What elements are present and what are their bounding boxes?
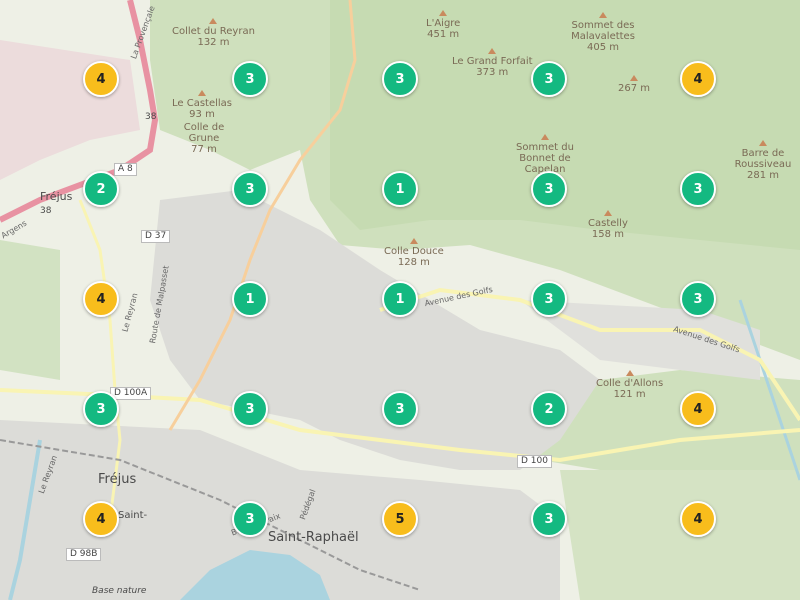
peak-label: Colle de Grune 77 m (182, 122, 226, 155)
road-ref: D 100A (110, 387, 152, 400)
peak-label: L'Aigre 451 m (426, 10, 460, 40)
peak-icon (599, 12, 607, 18)
cluster-marker[interactable]: 2 (83, 171, 119, 207)
town-label: Fréjus 38 (40, 190, 72, 216)
cluster-marker[interactable]: 3 (531, 501, 567, 537)
cluster-marker[interactable]: 4 (83, 61, 119, 97)
peak-name: Colle de Grune (183, 122, 225, 144)
forest-area (560, 470, 800, 600)
peak-name: Castelly (588, 218, 628, 229)
map-canvas[interactable]: Collet du Reyran 132 m L'Aigre 451 m Somme… (0, 0, 800, 600)
cluster-marker[interactable]: 2 (531, 391, 567, 427)
peak-icon (541, 134, 549, 140)
cluster-marker[interactable]: 3 (232, 391, 268, 427)
peak-icon (209, 18, 218, 24)
cluster-marker[interactable]: 3 (232, 501, 268, 537)
cluster-marker[interactable]: 3 (531, 61, 567, 97)
peak-name: Colle d'Allons (596, 378, 664, 389)
road-ref: A 8 (114, 163, 137, 176)
cluster-marker[interactable]: 3 (83, 391, 119, 427)
peak-label: Barre de Roussiveau 281 m (728, 140, 798, 181)
peak-name: L'Aigre (426, 18, 461, 29)
peak-icon (439, 10, 448, 16)
peak-icon (198, 90, 206, 96)
cluster-marker[interactable]: 3 (531, 171, 567, 207)
forest-area (0, 240, 60, 380)
peak-elevation: 405 m (586, 42, 619, 53)
peak-elevation: 451 m (427, 29, 460, 40)
cluster-marker[interactable]: 3 (382, 391, 418, 427)
road-ref: D 37 (141, 230, 171, 243)
peak-elevation: 281 m (746, 170, 779, 181)
town-label: Base nature (92, 586, 147, 596)
peak-icon (488, 48, 497, 54)
town-label: Saint-Raphaël (268, 530, 359, 545)
road-ref: D 100 (517, 455, 552, 468)
peak-icon (630, 75, 638, 81)
cluster-marker[interactable]: 4 (83, 281, 119, 317)
cluster-marker[interactable]: 3 (531, 281, 567, 317)
town-name: Fréjus (40, 190, 73, 203)
town-label: Fréjus (98, 472, 137, 487)
peak-elevation: 128 m (397, 257, 430, 268)
peak-elevation: 158 m (591, 229, 624, 240)
cluster-marker[interactable]: 4 (680, 391, 716, 427)
peak-label: Sommet du Bonnet de Capelan (514, 134, 576, 175)
peak-label: Le Castellas 93 m (172, 90, 232, 120)
cluster-marker[interactable]: 3 (232, 171, 268, 207)
cluster-marker[interactable]: 4 (680, 501, 716, 537)
peak-label: 267 m (618, 75, 650, 94)
peak-elevation: 132 m (197, 37, 230, 48)
town-number: 38 (40, 206, 52, 216)
cluster-marker[interactable]: 4 (680, 61, 716, 97)
peak-name: Barre de Roussiveau (734, 148, 792, 170)
cluster-marker[interactable]: 3 (680, 171, 716, 207)
peak-elevation: 373 m (476, 67, 509, 78)
peak-name: Colle Douce (384, 246, 444, 257)
cluster-marker[interactable]: 1 (232, 281, 268, 317)
cluster-marker[interactable]: 1 (382, 171, 418, 207)
cluster-marker[interactable]: 1 (382, 281, 418, 317)
peak-label: Colle d'Allons 121 m (596, 370, 663, 400)
peak-name: Sommet des Malavalettes (571, 20, 635, 42)
cluster-marker[interactable]: 3 (232, 61, 268, 97)
peak-elevation: 93 m (189, 109, 215, 120)
peak-label: Collet du Reyran 132 m (172, 18, 255, 48)
road-ref: D 98B (66, 548, 102, 561)
town-number-label: 38 (145, 112, 157, 122)
cluster-marker[interactable]: 4 (83, 501, 119, 537)
peak-name: Le Castellas (172, 98, 233, 109)
peak-elevation: 121 m (613, 389, 646, 400)
peak-elevation: 267 m (618, 83, 651, 94)
peak-name: Le Grand Forfait (452, 56, 533, 67)
peak-name: Collet du Reyran (172, 26, 255, 37)
peak-label: Le Grand Forfait 373 m (452, 48, 533, 78)
cluster-marker[interactable]: 3 (680, 281, 716, 317)
peak-icon (603, 210, 612, 216)
peak-name: Sommet du Bonnet de Capelan (516, 142, 574, 175)
peak-label: Colle Douce 128 m (384, 238, 444, 268)
peak-label: Castelly 158 m (588, 210, 628, 240)
peak-elevation: 77 m (191, 144, 217, 155)
town-label: Saint- (118, 510, 148, 521)
peak-icon (409, 238, 418, 244)
cluster-marker[interactable]: 5 (382, 501, 418, 537)
peak-label: Sommet des Malavalettes 405 m (548, 12, 658, 53)
peak-icon (625, 370, 634, 376)
peak-icon (759, 140, 767, 146)
cluster-marker[interactable]: 3 (382, 61, 418, 97)
